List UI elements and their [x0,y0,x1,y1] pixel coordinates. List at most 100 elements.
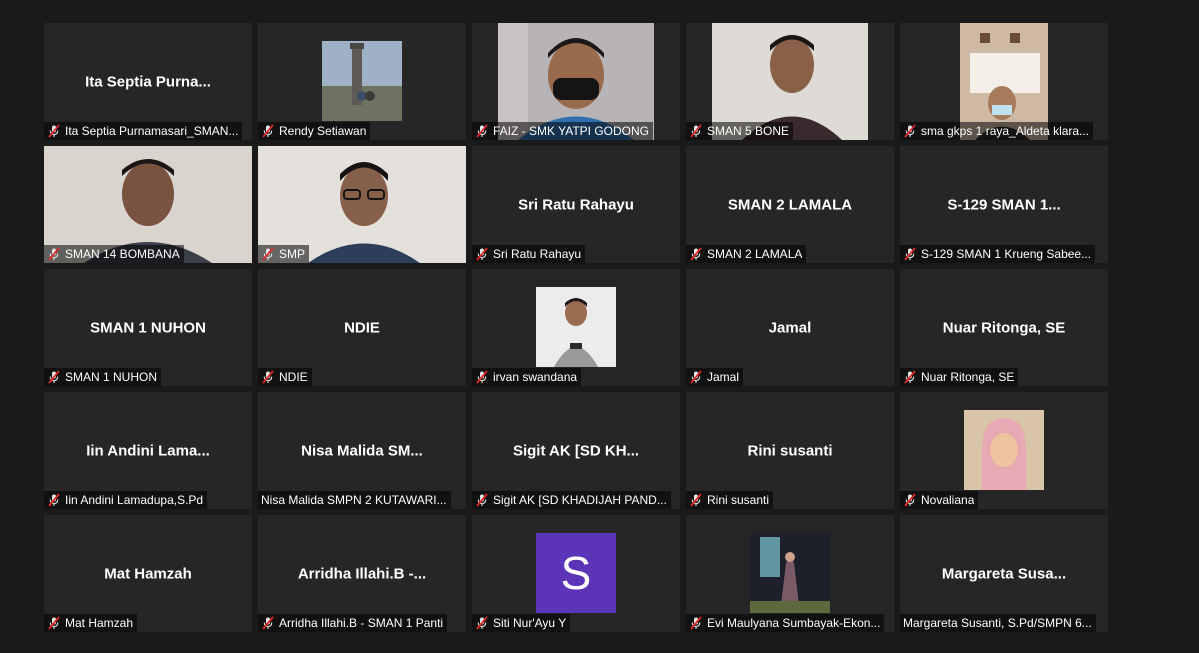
participant-name-label: SMAN 14 BOMBANA [65,247,180,261]
mic-muted-icon [689,124,703,138]
participant-display-name: S-129 SMAN 1... [947,196,1061,213]
participant-display-name: NDIE [344,319,380,336]
participant-tile[interactable]: Ita Septia Purna... Ita Septia Purnamasa… [44,23,252,140]
participant-footer: Ita Septia Purnamasari_SMAN... [44,122,243,140]
mic-muted-icon [689,247,703,261]
mic-muted-icon [261,124,275,138]
participant-name-label: Mat Hamzah [65,616,134,630]
participant-name-label: Rendy Setiawan [279,124,367,138]
mic-muted-icon [47,370,61,384]
participant-tile[interactable]: Iin Andini Lama... Iin Andini Lamadupa,S… [44,392,252,509]
mic-muted-icon [475,124,489,138]
participant-name-label: Evi Maulyana Sumbayak-Ekon... [707,616,881,630]
mic-muted-icon [689,493,703,507]
participant-footer: irvan swandana [472,368,582,386]
mic-muted-icon [47,493,61,507]
participant-display-name: Ita Septia Purna... [85,73,211,90]
participant-footer: SMAN 1 NUHON [44,368,162,386]
participant-tile[interactable]: Sri Ratu Rahayu Sri Ratu Rahayu [472,146,680,263]
participant-footer: Iin Andini Lamadupa,S.Pd [44,491,208,509]
participant-tile[interactable]: S Siti Nur'Ayu Y [472,515,680,632]
participant-tile[interactable]: Jamal Jamal [686,269,894,386]
participant-tile[interactable]: sma gkps 1 raya_Aldeta klara... [900,23,1108,140]
profile-picture [750,533,830,613]
participant-display-name: Sigit AK [SD KH... [512,442,640,459]
participant-display-name: Margareta Susa... [941,565,1067,582]
participant-tile[interactable]: Rini susanti Rini susanti [686,392,894,509]
participant-name-label: Nuar Ritonga, SE [921,370,1015,384]
mic-muted-icon [261,616,275,630]
participant-footer: NDIE [258,368,312,386]
participant-tile[interactable]: SMP [258,146,466,263]
profile-picture [964,410,1044,490]
participant-footer: Sri Ratu Rahayu [472,245,586,263]
participant-name-label: S-129 SMAN 1 Krueng Sabee... [921,247,1092,261]
participant-tile[interactable]: Evi Maulyana Sumbayak-Ekon... [686,515,894,632]
mic-muted-icon [903,247,917,261]
participant-footer: Rini susanti [686,491,774,509]
participant-name-label: Margareta Susanti, S.Pd/SMPN 6... [903,616,1092,630]
mic-muted-icon [475,247,489,261]
participant-tile[interactable]: SMAN 14 BOMBANA [44,146,252,263]
participant-display-name: Arridha Illahi.B -... [297,565,427,582]
mic-muted-icon [47,616,61,630]
participant-display-name: Nuar Ritonga, SE [942,319,1066,336]
participant-name-label: SMAN 5 BONE [707,124,790,138]
participant-footer: SMP [258,245,310,263]
participant-tile[interactable]: Novaliana [900,392,1108,509]
participant-name-label: Iin Andini Lamadupa,S.Pd [65,493,204,507]
participant-name-label: SMP [279,247,306,261]
participant-name-label: SMAN 1 NUHON [65,370,158,384]
participant-tile[interactable]: NDIE NDIE [258,269,466,386]
participant-name-label: Jamal [707,370,740,384]
participant-tile[interactable]: FAIZ - SMK YATPI GODONG [472,23,680,140]
participant-tile[interactable]: Mat Hamzah Mat Hamzah [44,515,252,632]
mic-muted-icon [903,370,917,384]
participant-tile[interactable]: Nisa Malida SM... Nisa Malida SMPN 2 KUT… [258,392,466,509]
participant-name-label: Arridha Illahi.B - SMAN 1 Panti [279,616,444,630]
participant-tile[interactable]: Nuar Ritonga, SE Nuar Ritonga, SE [900,269,1108,386]
participant-tile[interactable]: SMAN 2 LAMALA SMAN 2 LAMALA [686,146,894,263]
participant-name-label: Rini susanti [707,493,770,507]
mic-muted-icon [475,493,489,507]
participant-tile[interactable]: S-129 SMAN 1... S-129 SMAN 1 Krueng Sabe… [900,146,1108,263]
participant-display-name: Mat Hamzah [104,565,192,582]
profile-picture [322,41,402,121]
participant-tile[interactable]: irvan swandana [472,269,680,386]
participant-footer: Arridha Illahi.B - SMAN 1 Panti [258,614,448,632]
mic-muted-icon [475,370,489,384]
participant-name-label: Siti Nur'Ayu Y [493,616,567,630]
participant-footer: Nuar Ritonga, SE [900,368,1019,386]
mic-muted-icon [47,124,61,138]
participant-footer: Margareta Susanti, S.Pd/SMPN 6... [900,614,1096,632]
participant-tile[interactable]: Arridha Illahi.B -... Arridha Illahi.B -… [258,515,466,632]
mic-muted-icon [47,247,61,261]
mic-muted-icon [261,370,275,384]
participant-display-name: SMAN 1 NUHON [90,319,206,336]
participant-name-label: Novaliana [921,493,975,507]
profile-picture [536,287,616,367]
mic-muted-icon [689,616,703,630]
mic-muted-icon [475,616,489,630]
mic-muted-icon [903,124,917,138]
participant-tile[interactable]: SMAN 5 BONE [686,23,894,140]
participant-footer: Evi Maulyana Sumbayak-Ekon... [686,614,885,632]
participant-name-label: irvan swandana [493,370,578,384]
participant-footer: FAIZ - SMK YATPI GODONG [472,122,654,140]
participant-tile[interactable]: Margareta Susa... Margareta Susanti, S.P… [900,515,1108,632]
participant-display-name: Jamal [768,319,812,336]
participant-tile[interactable]: Sigit AK [SD KH... Sigit AK [SD KHADIJAH… [472,392,680,509]
participant-footer: Rendy Setiawan [258,122,371,140]
participant-footer: SMAN 5 BONE [686,122,794,140]
participant-tile[interactable]: Rendy Setiawan [258,23,466,140]
participant-name-label: sma gkps 1 raya_Aldeta klara... [921,124,1090,138]
participant-name-label: Ita Septia Purnamasari_SMAN... [65,124,239,138]
participant-name-label: Sri Ratu Rahayu [493,247,582,261]
participant-footer: sma gkps 1 raya_Aldeta klara... [900,122,1094,140]
mic-muted-icon [261,247,275,261]
participant-tile[interactable]: SMAN 1 NUHON SMAN 1 NUHON [44,269,252,386]
participant-footer: SMAN 2 LAMALA [686,245,807,263]
participant-name-label: Sigit AK [SD KHADIJAH PAND... [493,493,667,507]
avatar-letter: S [560,547,592,599]
participant-footer: S-129 SMAN 1 Krueng Sabee... [900,245,1096,263]
